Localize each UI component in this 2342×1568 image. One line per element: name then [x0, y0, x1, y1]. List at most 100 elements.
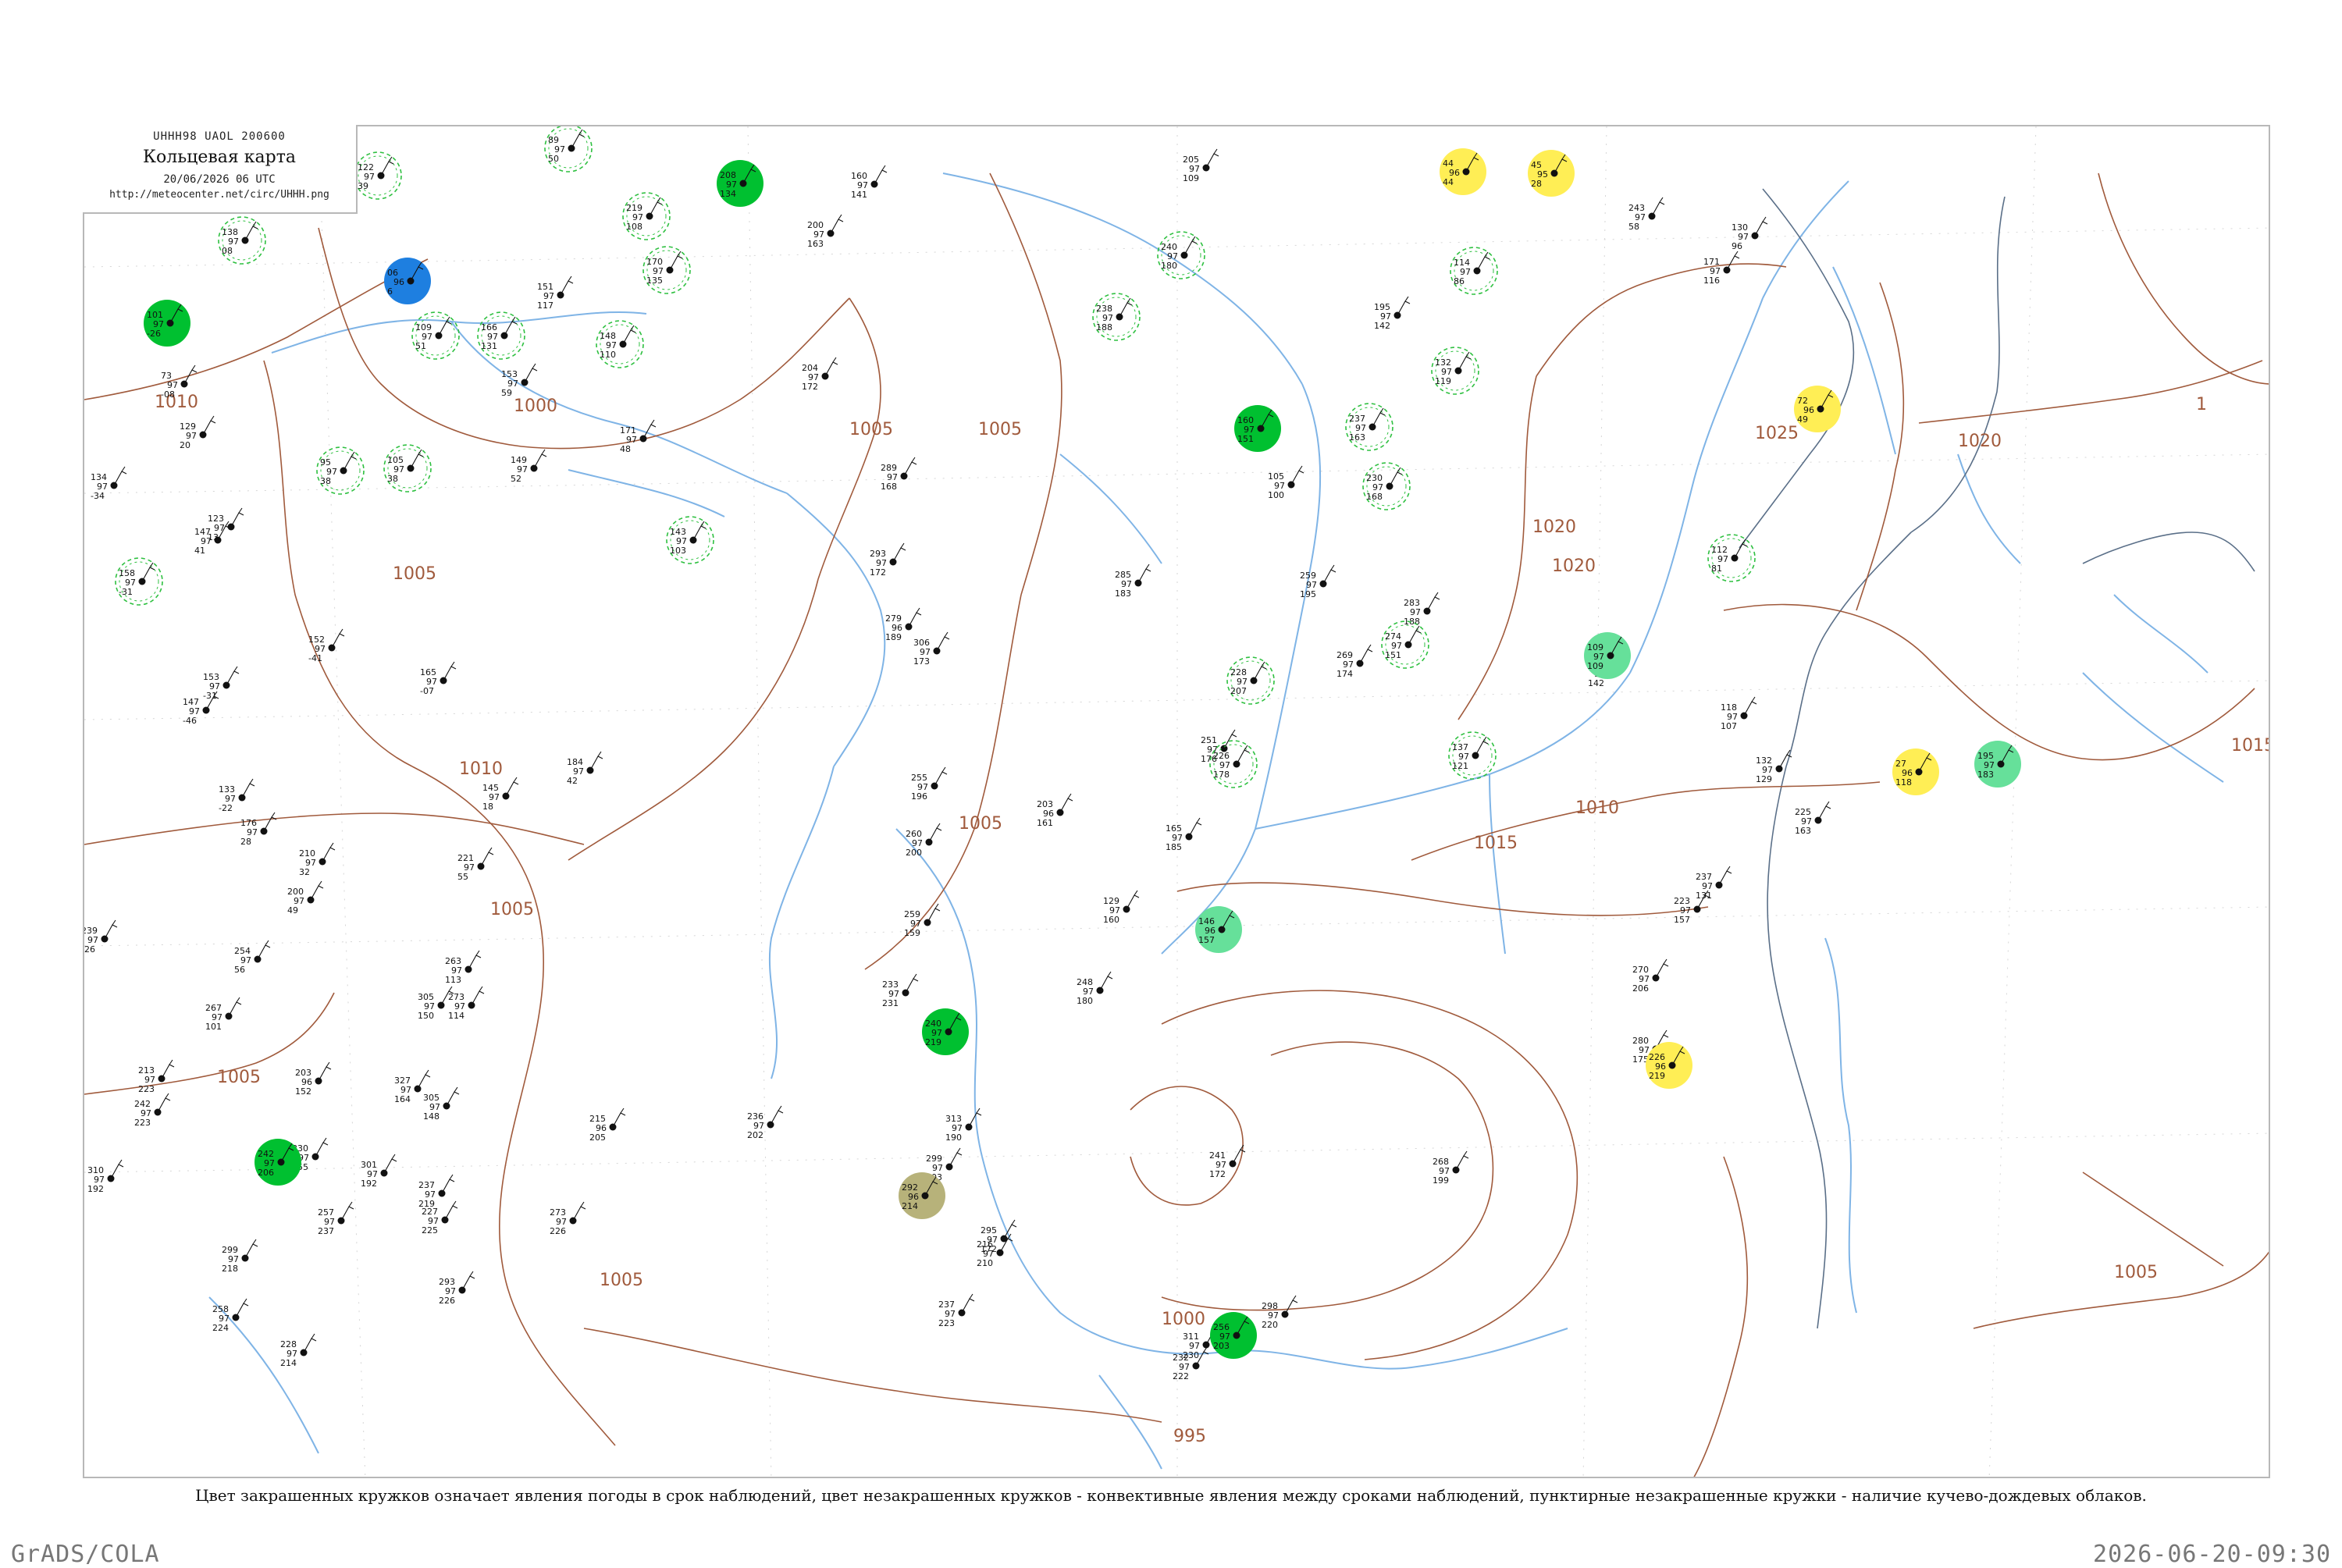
station-dewpoint: 116: [1703, 276, 1720, 286]
station-model: 19597142: [1374, 296, 1411, 331]
station-dewpoint: 157: [1198, 935, 1215, 945]
station-dewpoint: 214: [280, 1358, 297, 1368]
isobar-label: 1020: [1552, 556, 1596, 576]
station-model: 2009749: [287, 880, 324, 916]
isobar-label: 1010: [1575, 798, 1619, 818]
wind-barb: [560, 276, 574, 296]
wind-barb: [1408, 625, 1422, 645]
wind-barb: [908, 607, 922, 628]
isobar-label: 1005: [959, 814, 1002, 834]
station-model: 15197117: [537, 276, 574, 311]
station-model: 14897110: [596, 320, 644, 368]
wind-barb: [113, 466, 127, 486]
station-model: 2796118: [1892, 748, 1939, 795]
station-dewpoint: 195: [1300, 589, 1316, 599]
wind-barb: [141, 562, 155, 582]
wind-barb: [1743, 696, 1757, 716]
wind-barb: [1137, 564, 1151, 584]
station-model: 15397-31: [203, 666, 240, 701]
isobar-label: 1005: [849, 420, 893, 439]
wind-barb: [315, 1137, 329, 1157]
station-model: 27497151: [1381, 620, 1429, 669]
station-dewpoint: 142: [1588, 678, 1604, 688]
station-dewpoint: 173: [913, 656, 930, 667]
station-model: 29997218: [222, 1239, 258, 1274]
isobar-label: 1: [2196, 395, 2207, 414]
station-model: 30197192: [361, 1154, 397, 1189]
station-dewpoint: 117: [537, 300, 553, 311]
wind-barb: [572, 1201, 586, 1221]
station-model: 30697173: [913, 631, 950, 667]
station-model: 23797219: [418, 1174, 455, 1209]
wind-barb: [443, 661, 457, 681]
wind-barb: [235, 1298, 249, 1318]
station-dewpoint: 38: [387, 474, 398, 484]
station-dewpoint: -46: [183, 716, 197, 726]
station-dewpoint: 108: [626, 222, 642, 232]
wind-barb: [927, 903, 941, 923]
station-model: 11897107: [1721, 696, 1757, 731]
wind-barb: [471, 986, 485, 1006]
wind-barb: [161, 1059, 175, 1079]
station-model: 1099751: [411, 311, 460, 360]
station-dewpoint: 163: [1349, 432, 1365, 443]
station-model: 14397103: [666, 516, 714, 564]
station-dewpoint: 51: [415, 341, 426, 351]
wind-barb: [905, 973, 919, 994]
station-dewpoint: 59: [501, 388, 512, 398]
station-model: 29597172: [981, 1219, 1017, 1254]
station-dewpoint: 28: [240, 837, 251, 847]
station-model: 14696157: [1195, 906, 1242, 953]
station-model: 1769728: [240, 812, 277, 847]
station-dewpoint: 86: [1454, 276, 1465, 286]
footer-software: GrADS/COLA: [11, 1541, 160, 1568]
wind-barb: [318, 1061, 332, 1082]
station-model: 10597100: [1268, 465, 1304, 500]
station-dewpoint: 121: [1452, 761, 1468, 771]
station-model: 23897188: [1092, 293, 1141, 341]
station-dewpoint: 48: [620, 444, 631, 454]
station-model: 19597183: [1974, 741, 2021, 788]
station-model: 1149786: [1450, 247, 1498, 295]
station-dewpoint: 103: [670, 546, 686, 556]
isobar-label: 1015: [1474, 834, 1518, 853]
wind-barb: [230, 507, 244, 528]
station-model: 23797131: [1696, 866, 1732, 901]
isobar-label: 1005: [2114, 1263, 2158, 1282]
map-frame: 1010 1000 1005 1005 1005 1010 1005 1005 1005 1000…: [83, 125, 2270, 1478]
station-model: 24897180: [1077, 971, 1113, 1006]
station-model: 1849742: [567, 751, 603, 786]
wind-barb: [1236, 745, 1250, 765]
wind-barb: [340, 1201, 354, 1221]
station-model: 20097163: [807, 214, 844, 249]
station-dewpoint: 172: [802, 382, 818, 392]
station-dewpoint: 180: [1161, 261, 1177, 271]
station-dewpoint: 172: [1209, 1169, 1226, 1179]
station-dewpoint: 113: [445, 975, 461, 985]
station-model: 22597163: [1795, 801, 1831, 836]
station-dewpoint: 6: [387, 286, 393, 297]
station-model: 13397-22: [219, 778, 255, 813]
station-model: 1239713: [208, 507, 244, 542]
station-dewpoint: 205: [589, 1132, 606, 1143]
station-model: 22897214: [280, 1333, 317, 1368]
station-dewpoint: 151: [1237, 434, 1254, 444]
station-model: 2549756: [234, 940, 271, 975]
station-model: 20597109: [1183, 148, 1219, 183]
station-dewpoint: -34: [91, 491, 105, 501]
station-dewpoint: 101: [205, 1022, 222, 1032]
station-dewpoint: 41: [194, 546, 205, 556]
wind-barb: [934, 766, 948, 787]
wind-barb: [824, 357, 838, 377]
station-model: 1229739: [354, 151, 402, 200]
station-dewpoint: 172: [870, 567, 886, 578]
station-dewpoint: 131: [1696, 891, 1712, 901]
station-model: 25997159: [904, 903, 941, 938]
station-model: 20396161: [1037, 793, 1073, 828]
wind-barb: [461, 1271, 475, 1291]
map-header: UHHH98 UAOL 200600 Кольцевая карта 20/06…: [83, 125, 358, 214]
wind-barb: [444, 1200, 458, 1221]
station-dewpoint: 81: [1711, 564, 1722, 574]
wind-barb: [504, 316, 518, 336]
station-dewpoint: 08: [222, 246, 233, 256]
